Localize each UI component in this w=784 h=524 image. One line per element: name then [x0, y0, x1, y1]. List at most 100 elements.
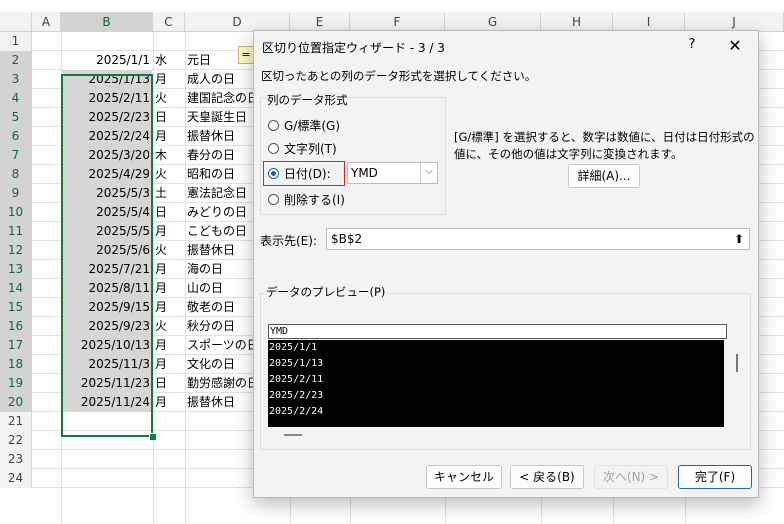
col-header-d[interactable]: D [185, 12, 290, 32]
cell-date[interactable]: 2025/8/11 [62, 279, 152, 298]
radio-date[interactable]: 日付(D): [268, 163, 331, 183]
cell-date[interactable]: 2025/1/13 [62, 70, 152, 89]
cell-holiday[interactable]: 振替休日 [186, 393, 254, 412]
cell-date[interactable]: 2025/11/3 [62, 355, 152, 374]
row-header[interactable]: 12 [0, 241, 32, 260]
row-header[interactable]: 11 [0, 222, 32, 241]
cell-holiday[interactable]: 建国記念の日 [186, 89, 254, 108]
cell-weekday[interactable]: 火 [153, 317, 183, 336]
cell-date[interactable]: 2025/9/15 [62, 298, 152, 317]
cell-date[interactable]: 2025/5/3 [62, 184, 152, 203]
cell-weekday[interactable]: 月 [153, 127, 183, 146]
row-header[interactable]: 22 [0, 431, 32, 450]
cell-date[interactable]: 2025/5/6 [62, 241, 152, 260]
collapse-dialog-icon[interactable]: ⬆ [731, 231, 747, 247]
cell-weekday[interactable]: 月 [153, 70, 183, 89]
row-header[interactable]: 15 [0, 298, 32, 317]
row-header[interactable]: 5 [0, 108, 32, 127]
preview-vertical-scrollbar[interactable] [736, 354, 738, 372]
radio-general[interactable]: G/標準(G) [268, 115, 340, 135]
row-header[interactable]: 24 [0, 469, 32, 488]
row-header[interactable]: 7 [0, 146, 32, 165]
col-header-f[interactable]: F [350, 12, 445, 32]
cell-weekday[interactable]: 火 [153, 165, 183, 184]
cell-holiday[interactable]: 振替休日 [186, 127, 254, 146]
cell-date[interactable]: 2025/9/23 [62, 317, 152, 336]
row-header[interactable]: 18 [0, 355, 32, 374]
date-format-select[interactable]: YMD ⌵ [347, 162, 438, 184]
col-header-b[interactable]: B [61, 12, 153, 32]
cell-date[interactable]: 2025/3/20 [62, 146, 152, 165]
cell-date[interactable]: 2025/7/21 [62, 260, 152, 279]
cell-weekday[interactable]: 月 [153, 393, 183, 412]
cell-holiday[interactable]: 勤労感謝の日 [186, 374, 254, 393]
cell-holiday[interactable]: 昭和の日 [186, 165, 254, 184]
cell-date[interactable]: 2025/2/24 [62, 127, 152, 146]
row-header[interactable]: 4 [0, 89, 32, 108]
row-header[interactable]: 6 [0, 127, 32, 146]
row-header[interactable]: 1 [0, 32, 32, 51]
col-header-i[interactable]: I [613, 12, 685, 32]
cell-weekday[interactable]: 日 [153, 108, 183, 127]
row-header[interactable]: 10 [0, 203, 32, 222]
col-header-a[interactable]: A [32, 12, 61, 32]
cell-holiday[interactable]: 文化の日 [186, 355, 254, 374]
cell-holiday[interactable]: 山の日 [186, 279, 254, 298]
col-header-g[interactable]: G [445, 12, 541, 32]
cell-weekday[interactable]: 日 [153, 203, 183, 222]
cell-holiday[interactable]: みどりの日 [186, 203, 254, 222]
row-header[interactable]: 14 [0, 279, 32, 298]
cell-holiday[interactable]: 成人の日 [186, 70, 254, 89]
radio-circle-icon[interactable] [268, 142, 279, 154]
cell-holiday[interactable]: 海の日 [186, 260, 254, 279]
cell-date[interactable]: 2025/11/23 [62, 374, 152, 393]
chevron-down-icon[interactable]: ⌵ [420, 163, 437, 183]
col-header-e[interactable]: E [290, 12, 350, 32]
back-button[interactable]: < 戻る(B) [510, 465, 584, 489]
cell-holiday[interactable]: 秋分の日 [186, 317, 254, 336]
row-header[interactable]: 23 [0, 450, 32, 469]
cell-weekday[interactable]: 月 [153, 260, 183, 279]
row-header[interactable]: 13 [0, 260, 32, 279]
cell-weekday[interactable]: 日 [153, 374, 183, 393]
cell-date[interactable]: 2025/2/23 [62, 108, 152, 127]
cell-date[interactable]: 2025/4/29 [62, 165, 152, 184]
cell-date[interactable]: 2025/11/24 [62, 393, 152, 412]
col-header-j[interactable]: J [685, 12, 784, 32]
preview-column-header[interactable]: YMD [268, 324, 727, 339]
col-header-h[interactable]: H [541, 12, 613, 32]
advanced-button[interactable]: 詳細(A)... [568, 164, 640, 188]
row-header[interactable]: 2 [0, 51, 32, 70]
cell-weekday[interactable]: 火 [153, 89, 183, 108]
row-header[interactable]: 21 [0, 412, 32, 431]
radio-text[interactable]: 文字列(T) [268, 138, 337, 158]
cell-weekday[interactable]: 水 [153, 51, 183, 70]
cell-weekday[interactable]: 火 [153, 241, 183, 260]
row-header[interactable]: 19 [0, 374, 32, 393]
col-header-c[interactable]: C [153, 12, 185, 32]
close-icon[interactable]: ✕ [724, 36, 746, 56]
radio-skip[interactable]: 削除する(I) [268, 189, 345, 209]
cancel-button[interactable]: キャンセル [426, 465, 502, 489]
cell-date[interactable]: 2025/1/1 [62, 51, 152, 70]
cell-weekday[interactable]: 月 [153, 355, 183, 374]
cell-holiday[interactable]: 憲法記念日 [186, 184, 254, 203]
radio-circle-icon[interactable] [268, 193, 279, 205]
row-header[interactable]: 8 [0, 165, 32, 184]
radio-circle-icon[interactable] [268, 119, 279, 131]
cell-weekday[interactable]: 月 [153, 222, 183, 241]
cell-holiday[interactable]: 振替休日 [186, 241, 254, 260]
cell-weekday[interactable]: 月 [153, 336, 183, 355]
cell-holiday[interactable]: 敬老の日 [186, 298, 254, 317]
cell-date[interactable]: 2025/2/11 [62, 89, 152, 108]
preview-horizontal-scrollbar[interactable] [284, 434, 302, 436]
row-header[interactable]: 3 [0, 70, 32, 89]
cell-holiday[interactable]: 春分の日 [186, 146, 254, 165]
cell-weekday[interactable]: 月 [153, 298, 183, 317]
cell-date[interactable]: 2025/10/13 [62, 336, 152, 355]
radio-selected-icon[interactable] [268, 167, 279, 179]
cell-weekday[interactable]: 木 [153, 146, 183, 165]
row-header[interactable]: 16 [0, 317, 32, 336]
cell-holiday[interactable]: スポーツの日 [186, 336, 254, 355]
row-header[interactable]: 20 [0, 393, 32, 412]
